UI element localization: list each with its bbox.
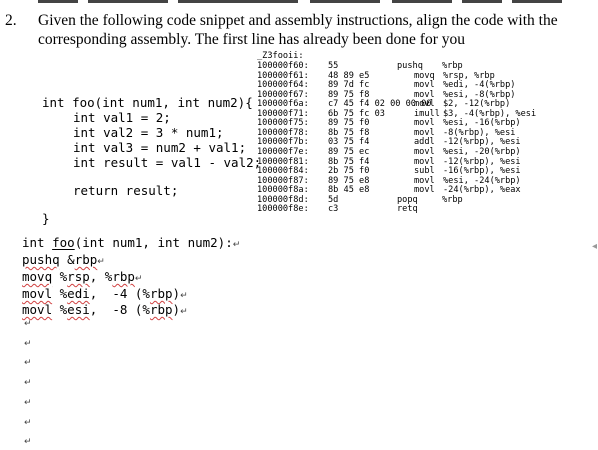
c-line-return: return result; <box>73 183 179 198</box>
c-line-result: int result = val1 - val2; <box>73 155 262 170</box>
paragraph-mark: ↵ <box>180 291 188 301</box>
asm-operands: %rbp <box>442 194 463 205</box>
editor-line-5[interactable]: movl %esi, -8 (%rbp)↵ <box>22 302 188 317</box>
empty-line-4[interactable]: ↵ <box>24 378 32 388</box>
empty-line-3[interactable]: ↵ <box>24 358 32 368</box>
c-line-val3: int val3 = num2 + val1; <box>73 140 247 155</box>
paragraph-mark: ↵ <box>97 257 105 267</box>
question-text-1: Given the following code snippet and ass… <box>38 12 558 29</box>
paragraph-mark: ↵ <box>232 240 241 250</box>
c-line-signature: int foo(int num1, int num2){ <box>42 95 253 110</box>
editor-line-3[interactable]: movq %rsp, %rbp↵ <box>22 269 142 284</box>
empty-line-5[interactable]: ↵ <box>24 398 32 408</box>
editor-line-4[interactable]: movl %edi, -4 (%rbp)↵ <box>22 286 188 301</box>
empty-line-7[interactable]: ↵ <box>24 437 32 447</box>
paragraph-mark: ↵ <box>134 274 143 284</box>
c-line-close: } <box>42 211 50 226</box>
c-line-val1: int val1 = 2; <box>73 110 171 125</box>
empty-line-1[interactable]: ↵ <box>24 319 32 329</box>
left-arrow-icon: ◂ <box>592 241 598 252</box>
empty-line-2[interactable]: ↵ <box>24 339 32 349</box>
cropped-text-strip <box>0 0 598 6</box>
asm-address: 100000f8e: <box>257 204 309 215</box>
paragraph-mark: ↵ <box>180 307 188 317</box>
question-number: 2. <box>5 12 17 29</box>
foo-link: foo <box>52 235 75 250</box>
asm-opcode: retq <box>397 204 418 215</box>
empty-line-6[interactable]: ↵ <box>24 418 32 428</box>
c-line-val2: int val2 = 3 * num1; <box>73 125 224 140</box>
question-text-2: corresponding assembly. The first line h… <box>38 31 465 48</box>
question-line-1: 2. Given the following code snippet and a… <box>5 12 558 30</box>
editor-line-2[interactable]: pushq &rbp↵ <box>22 252 105 267</box>
editor-line-1[interactable]: int foo(int num1, int num2):↵ <box>22 235 240 250</box>
asm-bytes: c3 <box>328 204 339 215</box>
